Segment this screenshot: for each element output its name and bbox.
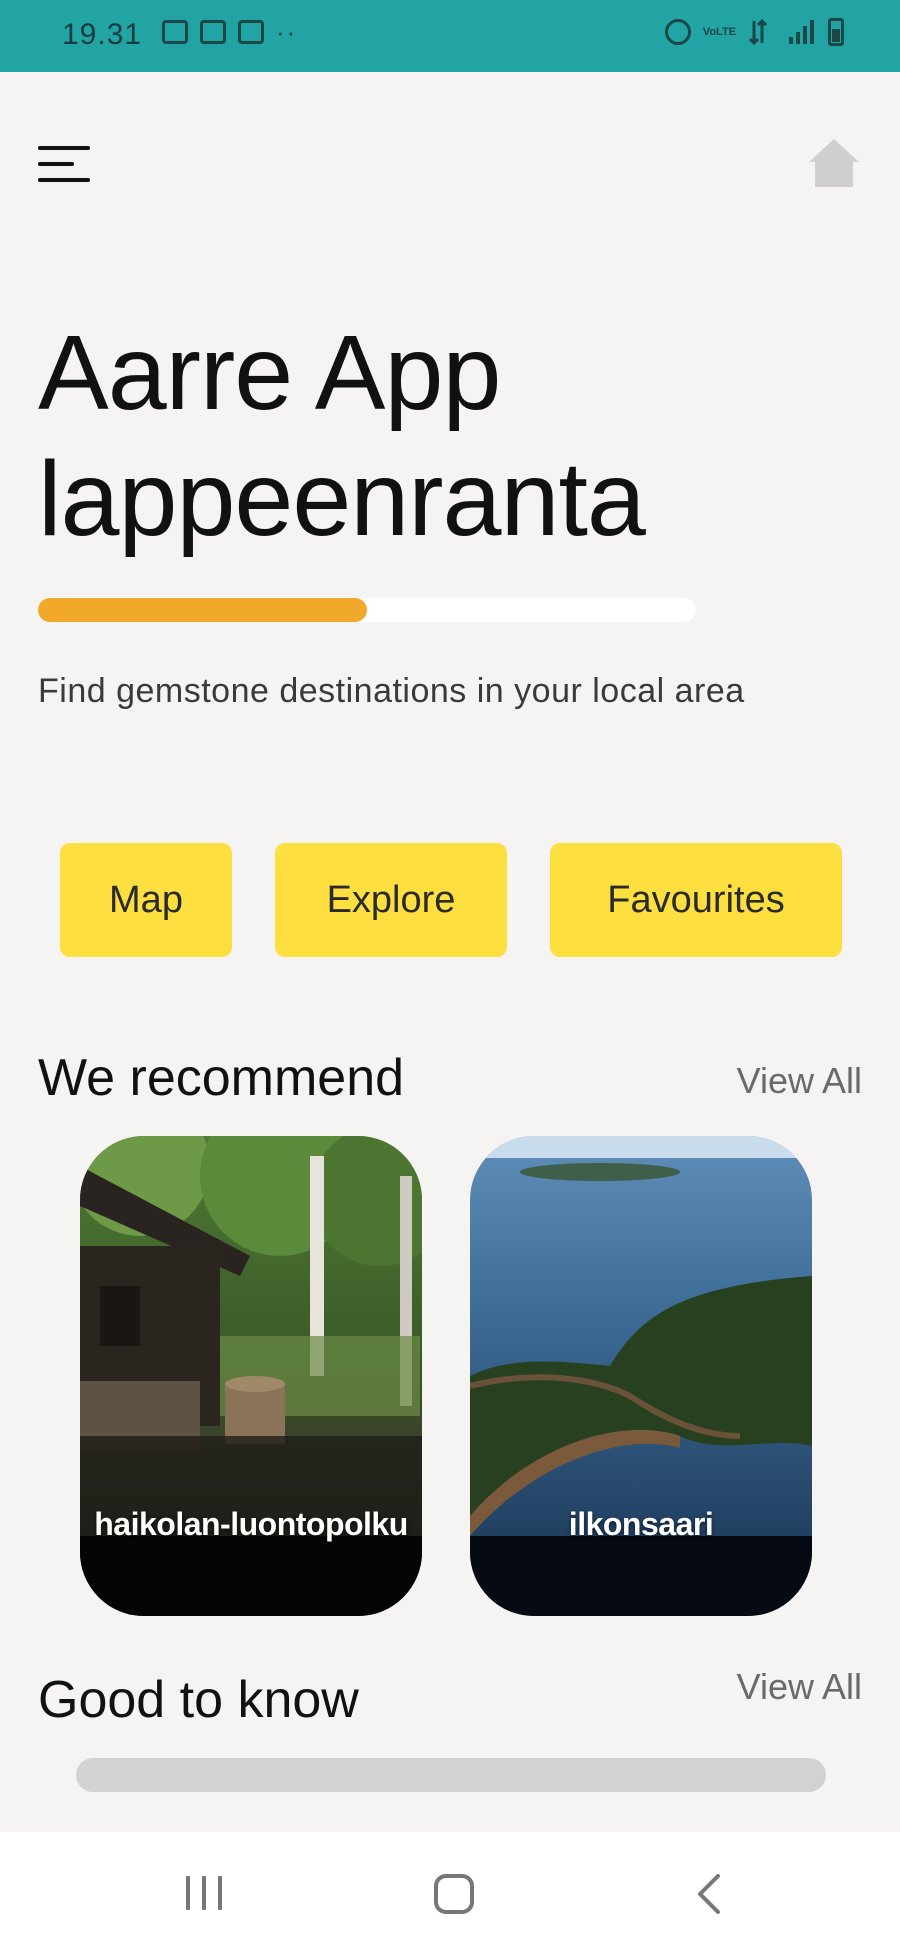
system-navigation-bar [0,1832,900,1953]
progress-bar-fill [38,598,367,622]
volte-icon: VoLTE [702,26,736,38]
map-button[interactable]: Map [60,843,232,957]
good-to-know-section-title: Good to know [38,1671,359,1729]
back-icon[interactable] [690,1872,730,1916]
status-bar: 19.31 ·· VoLTE [0,0,900,72]
status-time: 19.31 [62,18,143,51]
home-icon[interactable] [806,136,862,190]
explore-button[interactable]: Explore [275,843,507,957]
teams-icon [162,20,188,44]
signal-icon [789,20,814,44]
favourites-button[interactable]: Favourites [550,843,842,957]
good-to-know-loading-placeholder [76,1758,826,1792]
system-icons: VoLTE [664,18,844,46]
gallery-icon [200,20,226,44]
title-line-app-name: Aarre App [38,314,501,432]
battery-icon [828,18,844,46]
recommend-card[interactable]: haikolan-luontopolku [80,1136,422,1616]
lake-island-image [470,1136,812,1616]
title-line-city: lappeenranta [38,440,646,558]
hamburger-menu-icon[interactable] [38,144,92,184]
notification-icons: ·· [162,17,298,47]
recommend-section-title: We recommend [38,1049,405,1107]
recents-icon[interactable] [184,1876,224,1910]
teams-icon [238,20,264,44]
data-arrows-icon [748,19,768,45]
recommend-card[interactable]: ilkonsaari [470,1136,812,1616]
good-to-know-view-all-link[interactable]: View All [737,1666,862,1708]
recommend-view-all-link[interactable]: View All [737,1060,862,1102]
card-title: ilkonsaari [568,1506,714,1542]
card-title: haikolan-luontopolku [94,1506,408,1542]
progress-bar [38,598,696,622]
alarm-icon [664,19,691,45]
forest-cabin-image [80,1136,422,1616]
home-button-icon[interactable] [434,1874,474,1914]
page-subtitle: Find gemstone destinations in your local… [38,672,745,710]
more-notifications-icon: ·· [276,17,298,47]
page-title: Aarre App lappeenranta [38,310,646,562]
